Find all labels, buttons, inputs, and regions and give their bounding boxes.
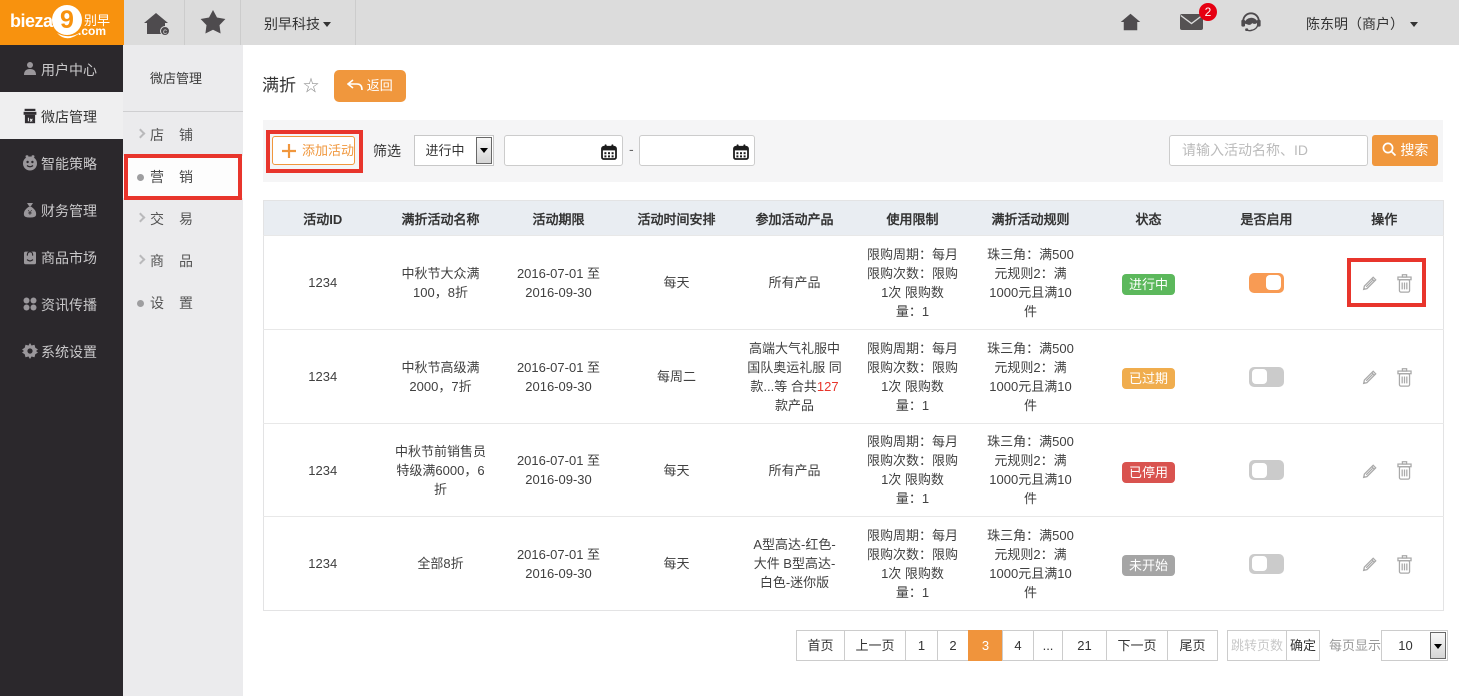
svg-text:¥: ¥ [28, 210, 32, 217]
svg-text:c: c [163, 27, 167, 36]
